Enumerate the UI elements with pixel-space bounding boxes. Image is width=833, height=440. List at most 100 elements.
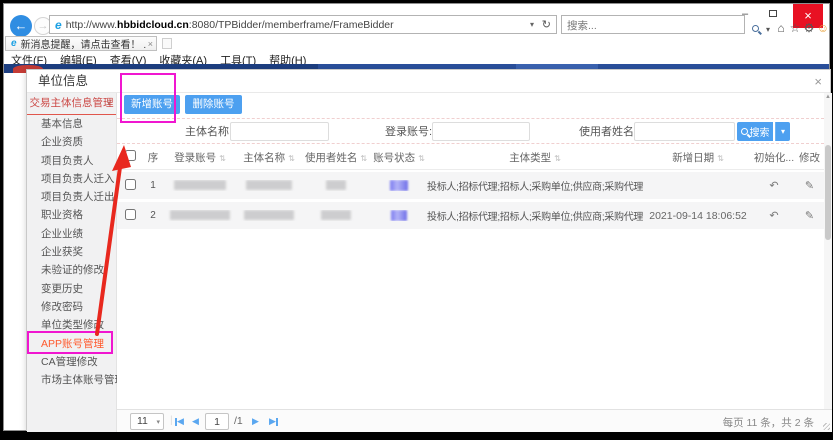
last-page-icon: ▶ [269, 413, 276, 430]
user-name-label: 使用者姓名: [579, 119, 637, 145]
row-seq: 1 [143, 180, 163, 191]
table-row[interactable]: 1 投标人;招标代理;招标人;采购单位;供应商;采购代理 ↶ ✎ [117, 172, 824, 199]
chevron-down-icon: ∨ [106, 93, 112, 113]
edit-pencil-icon[interactable]: ✎ [795, 179, 824, 192]
search-button-label: 搜索 [750, 124, 770, 139]
unit-info-modal: 单位信息 × 交易主体信息管理 ∨ 基本信息 企业资质 项目负责人 项目负责人迁… [26, 69, 831, 431]
page-number-input[interactable] [205, 413, 229, 430]
magnifier-icon [752, 25, 759, 32]
settings-gear-icon[interactable]: ⚙ [802, 21, 816, 35]
sidebar-item-enterprise-qualification[interactable]: 企业资质 [27, 133, 116, 151]
subject-type-text: 投标人;招标代理;招标人;采购单位;供应商;采购代理 [427, 178, 643, 193]
header-edit: 修改 [795, 150, 824, 165]
sidebar-item-leader-transfer-in[interactable]: 项目负责人迁入 [27, 170, 116, 188]
new-tab-button[interactable] [162, 38, 172, 49]
login-account-label: 登录账号: [385, 119, 432, 145]
undo-icon[interactable]: ↶ [753, 179, 795, 192]
feedback-smiley-icon[interactable]: ☺ [816, 21, 830, 35]
sort-icon: ⇅ [717, 154, 724, 163]
edit-pencil-icon[interactable]: ✎ [795, 209, 824, 222]
first-page-button[interactable]: ◀ [175, 413, 184, 430]
address-bar[interactable]: e http://www.hbbidcloud.cn:8080/TPBidder… [49, 15, 557, 34]
header-account-status[interactable]: 账号状态 ⇅ [371, 150, 427, 165]
sidebar-item-market-subject-account[interactable]: 市场主体账号管理 [27, 371, 116, 389]
sidebar-item-basic-info[interactable]: 基本信息 [27, 115, 116, 133]
total-pages-label: /1 [234, 415, 243, 427]
header-subject-type[interactable]: 主体类型 ⇅ [427, 150, 643, 165]
url-prefix: http://www. [66, 19, 117, 31]
subject-name-label: 主体名称: [185, 119, 232, 145]
delete-account-button[interactable]: 删除账号 [185, 95, 242, 114]
row-checkbox[interactable] [125, 209, 136, 220]
page-size-select[interactable]: 11 ▾ [130, 413, 164, 430]
search-button-icon [741, 128, 748, 135]
row-checkbox[interactable] [125, 179, 136, 190]
next-page-button[interactable]: ▶ [252, 413, 259, 430]
undo-icon[interactable]: ↶ [753, 209, 795, 222]
user-name-input[interactable] [634, 122, 735, 141]
scroll-up-icon[interactable]: ▲ [824, 94, 832, 100]
subject-name-input[interactable] [230, 122, 329, 141]
forward-icon: → [38, 20, 49, 32]
select-all-checkbox[interactable] [125, 150, 136, 161]
redacted-subject-name [244, 210, 294, 220]
page-size-value: 11 [137, 415, 148, 427]
sort-icon: ⇅ [418, 154, 425, 163]
scrollbar-thumb[interactable] [825, 145, 831, 240]
url-dropdown-icon[interactable]: ▾ [530, 20, 534, 29]
browser-search-box[interactable] [561, 15, 745, 34]
header-subject-name[interactable]: 主体名称 ⇅ [237, 150, 301, 165]
table-scrollbar[interactable]: ▲ [824, 93, 832, 409]
modal-title: 单位信息 [38, 74, 88, 88]
search-options-button[interactable]: ▾ [775, 122, 790, 141]
login-account-input[interactable] [432, 122, 530, 141]
annotation-box-add-account [120, 73, 176, 123]
restore-button[interactable] [761, 6, 785, 22]
redacted-user-name [326, 180, 346, 190]
sidebar-item-change-password[interactable]: 修改密码 [27, 298, 116, 316]
tab-title: 新消息提醒，请点击查看！ ... [21, 36, 146, 51]
sidebar-group-title[interactable]: 交易主体信息管理 ∨ [27, 93, 116, 115]
header-login-account[interactable]: 登录账号 ⇅ [163, 150, 237, 165]
table-row[interactable]: 2 投标人;招标代理;招标人;采购单位;供应商;采购代理 2021-09-14 … [117, 202, 824, 229]
sidebar-group-label: 交易主体信息管理 [30, 97, 114, 109]
annotation-box-app-account [27, 331, 113, 354]
last-page-button[interactable]: ▶ [269, 413, 278, 430]
redacted-login-account [170, 210, 230, 220]
tab-ie-icon: e [11, 38, 17, 49]
favorites-icon[interactable]: ☆ [788, 21, 802, 35]
header-user-name[interactable]: 使用者姓名 ⇅ [301, 150, 371, 165]
browser-tab[interactable]: e 新消息提醒，请点击查看！ ... × [5, 36, 157, 51]
header-add-date[interactable]: 新增日期 ⇅ [643, 150, 753, 165]
redacted-subject-name [246, 180, 292, 190]
pagination-summary: 每页 11 条，共 2 条 [723, 415, 814, 430]
pager-divider: | [170, 414, 173, 426]
back-button[interactable]: ← [10, 15, 32, 37]
sidebar-item-ca-management[interactable]: CA管理修改 [27, 353, 116, 371]
modal-close-icon[interactable]: × [814, 70, 822, 93]
prev-page-button[interactable]: ◀ [192, 413, 199, 430]
resize-grip[interactable] [823, 423, 830, 430]
back-icon: ← [15, 18, 28, 33]
sort-icon: ⇅ [360, 154, 367, 163]
refresh-icon[interactable]: ↻ [542, 18, 551, 31]
home-icon[interactable]: ⌂ [774, 21, 788, 35]
sidebar-item-project-leader[interactable]: 项目负责人 [27, 152, 116, 170]
search-button[interactable]: 搜索 [737, 122, 773, 141]
sidebar-item-enterprise-performance[interactable]: 企业业绩 [27, 225, 116, 243]
prev-page-icon: ◀ [192, 413, 199, 430]
header-seq: 序 [143, 150, 163, 165]
sidebar-item-leader-transfer-out[interactable]: 项目负责人迁出 [27, 188, 116, 206]
content-area: 新增账号 删除账号 主体名称: 登录账号: 使用者姓名: 搜索 ▾ 序 登录账号… [117, 93, 832, 432]
sort-icon: ⇅ [288, 154, 295, 163]
sidebar-item-professional-qualification[interactable]: 职业资格 [27, 206, 116, 224]
browser-search-input[interactable] [562, 18, 744, 35]
sidebar-item-change-history[interactable]: 变更历史 [27, 280, 116, 298]
sidebar-item-unverified-changes[interactable]: 未验证的修改 [27, 261, 116, 279]
pagination-bar: 11 ▾ | ◀ ◀ /1 ▶ ▶ 每页 11 条，共 2 条 [117, 409, 832, 432]
tab-close-icon[interactable]: × [148, 39, 153, 49]
address-search-icon[interactable] [748, 21, 762, 35]
search-dropdown-icon[interactable]: ▾ [761, 25, 775, 34]
sidebar-item-enterprise-awards[interactable]: 企业获奖 [27, 243, 116, 261]
redacted-status-badge [391, 210, 407, 221]
